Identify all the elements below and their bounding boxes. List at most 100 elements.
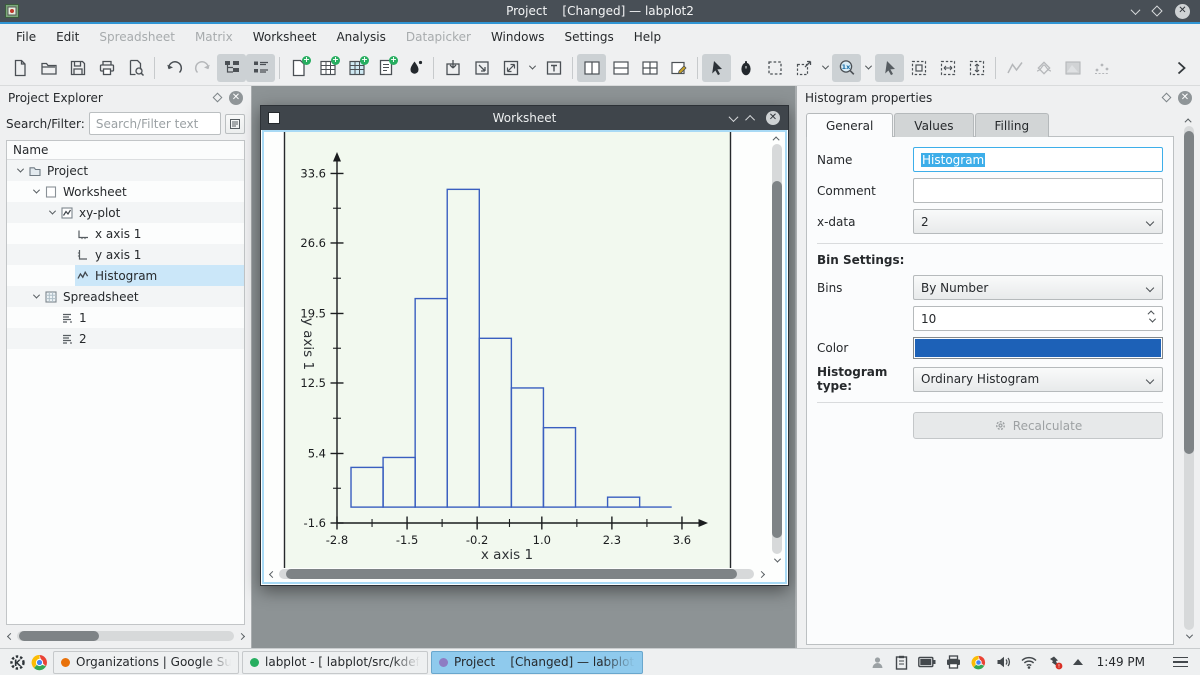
tree-item-xy-plot[interactable]: xy-plot <box>7 202 244 223</box>
plot-area-button[interactable] <box>1058 54 1087 82</box>
tree-expand-icon[interactable] <box>29 186 43 194</box>
tree-item-x-axis-1[interactable]: x axis 1 <box>7 223 244 244</box>
menu-analysis[interactable]: Analysis <box>326 26 395 48</box>
bins-method-select[interactable]: By Number <box>913 275 1163 300</box>
new-notes-button[interactable]: + <box>371 54 400 82</box>
undo-button[interactable] <box>159 54 188 82</box>
tree-item-worksheet[interactable]: Worksheet <box>7 181 244 202</box>
ws-hscroll-thumb[interactable] <box>286 569 738 579</box>
maximize-icon[interactable] <box>1151 5 1163 17</box>
select-mode-button[interactable] <box>702 53 731 82</box>
menu-datapicker[interactable]: Datapicker <box>396 26 481 48</box>
fit-curve-button[interactable] <box>1029 54 1058 82</box>
close-panel-icon[interactable]: ✕ <box>229 90 243 105</box>
scroll-left-icon[interactable] <box>6 632 14 640</box>
open-project-button[interactable] <box>34 54 63 82</box>
worksheet-restore-icon[interactable] <box>745 114 756 125</box>
scroll-right-icon[interactable] <box>237 632 245 640</box>
task-button-1[interactable]: Organizations | Google Summer of <box>53 650 239 674</box>
select-region-mode-button[interactable] <box>760 54 789 82</box>
redo-button[interactable] <box>188 54 217 82</box>
vertical-layout-button[interactable] <box>577 53 606 82</box>
chrome-tray-icon[interactable] <box>971 655 986 670</box>
tree-item-1[interactable]: 1 <box>7 307 244 328</box>
menu-windows[interactable]: Windows <box>481 26 555 48</box>
new-spreadsheet-button[interactable]: + <box>313 54 342 82</box>
bins-count-spinner[interactable]: 10 <box>913 306 1163 331</box>
navigate-mode-button[interactable] <box>731 54 760 82</box>
scroll-up-icon[interactable] <box>772 134 781 143</box>
fit-width-button[interactable] <box>933 54 962 82</box>
user-icon[interactable] <box>870 655 885 670</box>
tree-item-y-axis-1[interactable]: y axis 1 <box>7 244 244 265</box>
tree-item-project[interactable]: Project <box>7 160 244 181</box>
break-layout-button[interactable] <box>664 54 693 82</box>
xdata-select[interactable]: 2 <box>913 209 1163 234</box>
save-button[interactable] <box>63 54 92 82</box>
tree-expand-icon[interactable] <box>45 207 59 215</box>
histogram-type-select[interactable]: Ordinary Histogram <box>913 366 1163 392</box>
name-field[interactable]: Histogram <box>913 147 1163 172</box>
float-panel-icon[interactable] <box>212 92 223 103</box>
task-button-3[interactable]: Project [Changed] — labplot2 <box>431 650 643 674</box>
zoom-1x-options-button[interactable] <box>861 54 875 82</box>
cursor-mode-button[interactable] <box>875 53 904 82</box>
menu-settings[interactable]: Settings <box>555 26 624 48</box>
new-matrix-button[interactable]: + <box>342 54 371 82</box>
filter-options-button[interactable] <box>225 113 245 134</box>
wifi-icon[interactable] <box>1021 656 1037 669</box>
panel-menu-icon[interactable] <box>1173 656 1188 668</box>
tree-expand-icon[interactable] <box>13 165 27 173</box>
zoom-select-options-button[interactable] <box>818 54 832 82</box>
scroll-down-icon[interactable] <box>1185 631 1193 640</box>
menu-worksheet[interactable]: Worksheet <box>243 26 327 48</box>
menu-spreadsheet[interactable]: Spreadsheet <box>89 26 185 48</box>
fit-selection-button[interactable] <box>904 54 933 82</box>
zoom-select-mode-button[interactable] <box>789 54 818 82</box>
worksheet-canvas[interactable]: -1.6 5.4 12.5 19.5 26.6 33.6 -2.8 -1.5 -0.2 1.0 2.… <box>262 130 787 584</box>
notifications-badge-icon[interactable]: ! <box>1047 655 1063 670</box>
props-vscroll-track[interactable] <box>1184 126 1194 630</box>
toggle-properties-explorer-button[interactable] <box>246 53 275 82</box>
close-icon[interactable]: ✕ <box>1175 3 1190 19</box>
new-datapicker-button[interactable] <box>400 54 429 82</box>
tray-expander-icon[interactable] <box>1072 659 1083 665</box>
export-options-button[interactable] <box>525 54 539 82</box>
scroll-down-icon[interactable] <box>773 555 781 564</box>
scroll-right-icon[interactable] <box>757 570 765 578</box>
print-button[interactable] <box>92 54 121 82</box>
menu-file[interactable]: File <box>6 26 46 48</box>
menu-edit[interactable]: Edit <box>46 26 89 48</box>
tab-values[interactable]: Values <box>894 113 974 137</box>
hscroll-thumb[interactable] <box>19 631 100 641</box>
recalculate-button[interactable]: Recalculate <box>913 412 1163 439</box>
import-file-button[interactable] <box>438 54 467 82</box>
printer-icon[interactable] <box>946 655 961 669</box>
kde-menu-button[interactable]: K <box>6 651 28 673</box>
chrome-launcher-button[interactable] <box>28 651 50 673</box>
minimize-icon[interactable] <box>1130 4 1141 15</box>
worksheet-close-icon[interactable]: ✕ <box>766 111 780 125</box>
task-button-2[interactable]: labplot - [ labplot/src/kdefrontend/d <box>242 650 428 674</box>
toggle-project-explorer-button[interactable] <box>217 53 246 82</box>
close-panel-icon[interactable]: ✕ <box>1178 90 1192 105</box>
volume-icon[interactable] <box>996 655 1011 669</box>
export-button[interactable] <box>496 54 525 82</box>
spinner-arrows[interactable] <box>1147 310 1157 323</box>
props-vscroll-thumb[interactable] <box>1184 131 1194 454</box>
import-dataset-button[interactable] <box>467 54 496 82</box>
worksheet-titlebar[interactable]: Worksheet ✕ <box>261 106 788 130</box>
comment-field[interactable] <box>913 178 1163 203</box>
horizontal-layout-button[interactable] <box>606 54 635 82</box>
hscroll-track[interactable] <box>17 631 234 641</box>
data-points-button[interactable] <box>1087 54 1116 82</box>
ws-vscroll-thumb[interactable] <box>772 180 782 538</box>
new-worksheet-button[interactable]: + <box>284 54 313 82</box>
worksheet-plot-svg[interactable]: -1.65.412.519.526.633.6-2.8 -1.5 -0.2 1.0 2.… <box>264 132 771 568</box>
clipboard-icon[interactable] <box>895 655 908 670</box>
ws-vscroll-track[interactable] <box>772 144 782 554</box>
fit-height-button[interactable] <box>962 54 991 82</box>
menu-help[interactable]: Help <box>624 26 671 48</box>
search-input[interactable] <box>88 112 221 135</box>
color-button[interactable] <box>913 337 1163 359</box>
